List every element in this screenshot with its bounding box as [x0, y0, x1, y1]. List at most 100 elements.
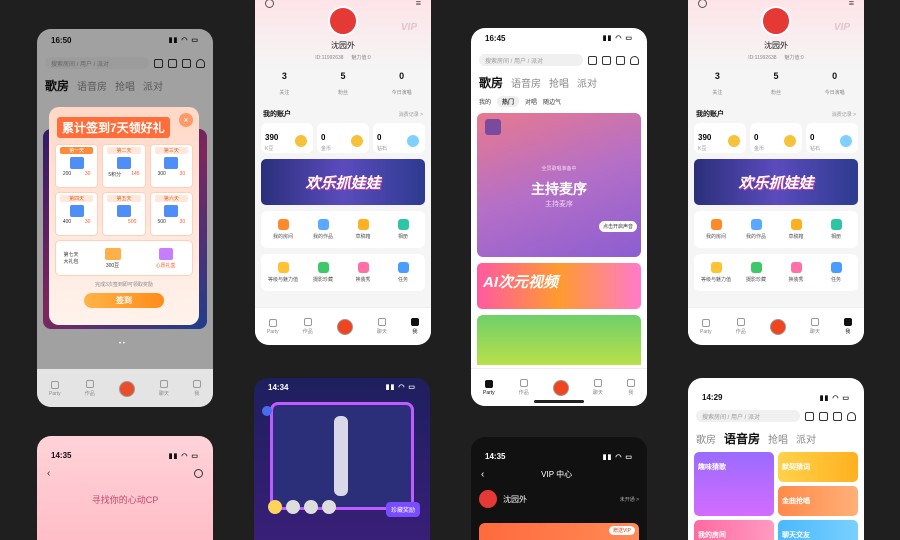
grid-drafts[interactable]: 草稿箱 — [776, 219, 816, 240]
nav-party[interactable]: Party — [483, 379, 495, 396]
nav-chat[interactable]: 聊天 — [593, 379, 603, 396]
nav-chat[interactable]: 聊天 — [810, 318, 820, 335]
tab-voice[interactable]: 语音房 — [511, 79, 541, 90]
day-card[interactable]: 第五天 500 — [102, 192, 146, 236]
menu-icon[interactable]: ≡ — [416, 0, 421, 8]
prize-icon[interactable] — [268, 500, 282, 514]
nav-party[interactable]: Party — [267, 318, 279, 335]
room-card-chat[interactable]: 聊天交友 — [778, 520, 858, 540]
gift-icon[interactable] — [833, 411, 842, 421]
gift-vip-button[interactable]: 赠送VIP — [608, 526, 635, 535]
wallet-diamond[interactable]: 0 钻石 — [806, 123, 858, 153]
tab-voice[interactable]: 语音房 — [724, 432, 760, 446]
checkin-icon[interactable] — [588, 55, 597, 65]
settings-icon[interactable] — [698, 0, 707, 8]
collect-button[interactable]: 珍藏奖励 — [385, 502, 420, 517]
grid-my-works[interactable]: 我的作品 — [736, 219, 776, 240]
nav-me[interactable]: 我 — [626, 379, 635, 396]
stat-follow[interactable]: 3 关注 — [255, 71, 314, 99]
grid-dressup[interactable]: 换装秀 — [776, 262, 816, 283]
stat-fans[interactable]: 5 粉丝 — [747, 71, 806, 99]
unmute-button[interactable]: 点击开启声音 — [598, 221, 637, 232]
nav-sing[interactable] — [118, 380, 135, 397]
close-icon[interactable]: × — [179, 113, 193, 127]
menu-icon[interactable]: ≡ — [849, 0, 854, 8]
bell-icon[interactable] — [630, 55, 639, 65]
stat-follow[interactable]: 3 关注 — [688, 71, 747, 99]
signin-button[interactable]: 签到 — [84, 293, 164, 308]
nav-works[interactable]: 作品 — [85, 380, 95, 397]
stat-today[interactable]: 0 今日演唱 — [372, 71, 431, 99]
nav-me[interactable]: 我 — [192, 380, 201, 397]
back-icon[interactable]: ‹ — [47, 468, 50, 479]
grid-tasks[interactable]: 任务 — [383, 262, 423, 283]
grid-photo[interactable]: 摄影珍藏 — [303, 262, 343, 283]
nav-sing[interactable] — [769, 318, 786, 335]
wallet-gold[interactable]: 0 金币 — [750, 123, 802, 153]
subtab-mine[interactable]: 我的 — [479, 97, 491, 106]
subtab-hot[interactable]: 热门 — [497, 96, 520, 107]
prize-icon[interactable] — [286, 500, 300, 514]
nav-sing[interactable] — [336, 318, 353, 335]
grid-level[interactable]: 等级与魅力值 — [263, 262, 303, 283]
day-card[interactable]: 第二天 5积分 145 — [102, 144, 146, 188]
settings-icon[interactable] — [265, 0, 274, 8]
account-link[interactable]: 消费记录 > — [399, 111, 423, 118]
grid-my-works[interactable]: 我的作品 — [303, 219, 343, 240]
rank-icon[interactable] — [819, 411, 828, 421]
subtab-random[interactable]: 随边气 — [543, 97, 561, 106]
tab-song[interactable]: 歌房 — [479, 76, 503, 90]
tab-song[interactable]: 歌房 — [696, 435, 716, 446]
room-card-guess-song[interactable]: 趣味猜歌 — [694, 452, 774, 516]
ad-banner[interactable]: AI次元视频 — [477, 263, 641, 309]
room-card-guess-word[interactable]: 默契猜词 — [778, 452, 858, 482]
gift-icon[interactable] — [616, 55, 625, 65]
grid-album[interactable]: 相册 — [383, 219, 423, 240]
grid-dressup[interactable]: 换装秀 — [343, 262, 383, 283]
nav-party[interactable]: Party — [49, 380, 61, 397]
wallet-kdou[interactable]: 390 K豆 — [694, 123, 746, 153]
stat-fans[interactable]: 5 粉丝 — [314, 71, 373, 99]
wallet-kdou[interactable]: 390 K豆 — [261, 123, 313, 153]
day-card[interactable]: 第六天 500 30 — [149, 192, 193, 236]
tab-grab[interactable]: 抢唱 — [549, 79, 569, 90]
promo-banner[interactable]: 欢乐抓娃娃 — [694, 159, 858, 205]
grid-my-room[interactable]: 我的房间 — [696, 219, 736, 240]
room-card-2[interactable] — [477, 315, 641, 365]
vip-status[interactable]: 未开通 > — [620, 496, 639, 503]
rank-icon[interactable] — [602, 55, 611, 65]
search-input[interactable]: 搜索房间 / 用户 / 派对 — [479, 54, 583, 66]
prize-icon[interactable] — [322, 500, 336, 514]
day7-card[interactable]: 第七天 大礼包 300豆 心愿礼盒 — [55, 240, 193, 276]
tab-party[interactable]: 派对 — [577, 79, 597, 90]
nav-chat[interactable]: 聊天 — [377, 318, 387, 335]
room-card-my-room[interactable]: 我的房间 — [694, 520, 774, 540]
grid-tasks[interactable]: 任务 — [816, 262, 856, 283]
grid-photo[interactable]: 摄影珍藏 — [736, 262, 776, 283]
grid-my-room[interactable]: 我的房间 — [263, 219, 303, 240]
account-link[interactable]: 消费记录 > — [832, 111, 856, 118]
bell-icon[interactable] — [847, 411, 856, 421]
day-card[interactable]: 第四天 400 30 — [55, 192, 99, 236]
day-card[interactable]: 第三天 300 30 — [149, 144, 193, 188]
subtab-duet[interactable]: 对唱 — [525, 97, 537, 106]
nav-party[interactable]: Party — [700, 318, 712, 335]
nav-works[interactable]: 作品 — [303, 318, 313, 335]
day-card[interactable]: 第一天 200 30 — [55, 144, 99, 188]
avatar[interactable] — [328, 6, 358, 36]
prize-icon[interactable] — [304, 500, 318, 514]
grid-level[interactable]: 等级与魅力值 — [696, 262, 736, 283]
stat-today[interactable]: 0 今日演唱 — [805, 71, 864, 99]
nav-works[interactable]: 作品 — [519, 379, 529, 396]
nav-me[interactable]: 我 — [843, 318, 852, 335]
search-input[interactable]: 搜索房间 / 用户 / 派对 — [696, 410, 800, 422]
nav-me[interactable]: 我 — [410, 318, 419, 335]
grid-drafts[interactable]: 草稿箱 — [343, 219, 383, 240]
vip-card[interactable]: 赠送VIP — [479, 523, 639, 540]
grid-album[interactable]: 相册 — [816, 219, 856, 240]
wallet-diamond[interactable]: 0 钻石 — [373, 123, 425, 153]
room-card[interactable]: 全员歌唱准备中 主持麦序 主持麦序 点击开启声音 — [477, 113, 641, 257]
wallet-gold[interactable]: 0 金币 — [317, 123, 369, 153]
nav-works[interactable]: 作品 — [736, 318, 746, 335]
tab-grab[interactable]: 抢唱 — [768, 435, 788, 446]
